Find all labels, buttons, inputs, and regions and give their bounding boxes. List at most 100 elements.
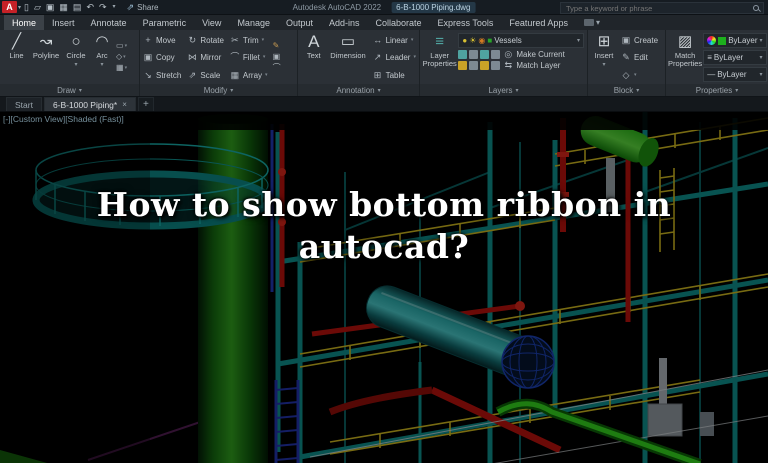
- layer-color-swatch[interactable]: ■: [487, 36, 492, 45]
- layer-properties-button[interactable]: ≡ Layer Properties: [422, 30, 457, 84]
- close-tab-icon[interactable]: ×: [122, 100, 127, 109]
- layer-freeze-tool-icon[interactable]: [480, 50, 490, 59]
- app-title: Autodesk AutoCAD 2022: [292, 2, 382, 12]
- create-block-icon: ▣: [621, 34, 631, 45]
- mirror-button[interactable]: ⋈ Mirror: [187, 50, 224, 67]
- new-file-icon[interactable]: ▯: [24, 2, 29, 12]
- save-as-icon[interactable]: ▦: [59, 2, 68, 12]
- match-properties-label: Match Properties: [668, 51, 703, 68]
- layer-walk-icon[interactable]: [491, 61, 501, 70]
- drawing-viewport[interactable]: [-][Custom View][Shaded (Fast)] How to s…: [0, 112, 768, 463]
- erase-icon[interactable]: ✎: [273, 42, 281, 50]
- offset-icon[interactable]: ⌒: [273, 64, 281, 72]
- make-current-icon: ◎: [504, 49, 513, 59]
- layer-dropdown-caret-icon[interactable]: ▾: [577, 37, 580, 44]
- ribbon-display-toggle[interactable]: ▾: [576, 15, 608, 30]
- copy-button[interactable]: ▣ Copy: [143, 50, 181, 67]
- trim-button[interactable]: ✂ Trim ▾: [230, 32, 268, 49]
- file-tab-drawing[interactable]: 6-B-1000 Piping* ×: [43, 97, 136, 111]
- ellipse-button[interactable]: ◇ ▾: [116, 53, 127, 61]
- layer-lock-tool-icon[interactable]: [458, 61, 468, 70]
- qa-customize-caret-icon[interactable]: ▾: [113, 4, 116, 10]
- tab-manage[interactable]: Manage: [229, 15, 278, 30]
- arc-caret-icon[interactable]: ▾: [100, 61, 103, 68]
- hatch-button[interactable]: ▦ ▾: [116, 64, 127, 72]
- layer-freeze-icon[interactable]: ☀: [469, 36, 476, 45]
- panel-label-annotation[interactable]: Annotation ▾: [298, 84, 419, 96]
- object-color-dropdown[interactable]: ByLayer ▾: [703, 33, 767, 48]
- panel-label-block[interactable]: Block ▾: [588, 84, 665, 96]
- layer-off-icon[interactable]: [491, 50, 501, 59]
- hatch-icon: ▦: [116, 63, 124, 72]
- polyline-button[interactable]: ↝ Polyline: [30, 30, 62, 84]
- layer-lock-icon[interactable]: ◉: [478, 36, 485, 45]
- headline-text: How to show bottom ribbon in autocad?: [0, 184, 768, 268]
- match-properties-button[interactable]: ▨ Match Properties: [668, 30, 702, 84]
- attributes-button[interactable]: ◇ ▾: [621, 67, 658, 84]
- match-layer-button[interactable]: ⇆ Match Layer: [503, 61, 561, 71]
- leader-button[interactable]: ↗ Leader ▾: [373, 50, 416, 67]
- layer-isolate-icon[interactable]: [458, 50, 468, 59]
- line-button[interactable]: ╱ Line: [3, 30, 30, 84]
- insert-button[interactable]: ⊞ Insert ▾: [590, 30, 618, 84]
- tab-express-tools[interactable]: Express Tools: [430, 15, 502, 30]
- dimension-button[interactable]: ▭ Dimension: [326, 30, 369, 84]
- app-logo[interactable]: A: [2, 1, 17, 13]
- panel-label-properties[interactable]: Properties ▾: [666, 84, 768, 96]
- tab-add-ins[interactable]: Add-ins: [321, 15, 368, 30]
- layer-thaw-icon[interactable]: [480, 61, 490, 70]
- lineweight-dropdown[interactable]: ≡ ByLayer ▾: [703, 50, 767, 65]
- panel-label-draw[interactable]: Draw ▾: [0, 84, 139, 96]
- plot-icon[interactable]: ▤: [73, 2, 82, 12]
- color-dropdown-caret-icon: ▾: [759, 38, 763, 44]
- ribbon-toggle-icon: [583, 19, 594, 26]
- search-input[interactable]: [564, 2, 752, 14]
- tab-output[interactable]: Output: [278, 15, 321, 30]
- linetype-dropdown[interactable]: — ByLayer ▾: [703, 67, 767, 82]
- tab-annotate[interactable]: Annotate: [83, 15, 135, 30]
- panel-label-layers[interactable]: Layers ▾: [420, 84, 587, 96]
- layer-unisolate-icon[interactable]: [469, 50, 479, 59]
- make-current-button[interactable]: ◎ Make Current: [503, 49, 564, 60]
- insert-caret-icon[interactable]: ▾: [602, 61, 605, 68]
- text-button[interactable]: A Text: [301, 30, 326, 84]
- table-button[interactable]: ⊞ Table: [373, 67, 416, 84]
- edit-block-button[interactable]: ✎ Edit: [621, 50, 658, 67]
- tab-collaborate[interactable]: Collaborate: [368, 15, 430, 30]
- scale-button[interactable]: ⇗ Scale: [187, 67, 224, 84]
- circle-caret-icon[interactable]: ▾: [74, 61, 77, 68]
- file-tab-start[interactable]: Start: [6, 97, 42, 111]
- linear-caret-icon: ▾: [410, 36, 414, 43]
- move-button[interactable]: + Move: [143, 32, 181, 49]
- tab-parametric[interactable]: Parametric: [135, 15, 195, 30]
- create-block-button[interactable]: ▣ Create: [621, 32, 658, 49]
- linear-button[interactable]: ↔ Linear ▾: [373, 32, 416, 49]
- undo-icon[interactable]: ↶: [86, 2, 94, 12]
- circle-button[interactable]: ○ Circle ▾: [62, 30, 90, 84]
- tab-home[interactable]: Home: [4, 15, 45, 30]
- search-icon[interactable]: [752, 4, 760, 12]
- new-drawing-tab-button[interactable]: +: [137, 97, 154, 111]
- explode-icon[interactable]: ▣: [273, 53, 281, 61]
- panel-label-modify[interactable]: Modify ▾: [140, 84, 297, 96]
- layer-unlock-icon[interactable]: [469, 61, 479, 70]
- stretch-button[interactable]: ↘ Stretch: [143, 67, 181, 84]
- save-icon[interactable]: ▣: [46, 2, 55, 12]
- layer-on-icon[interactable]: ●: [462, 36, 467, 45]
- redo-icon[interactable]: ↷: [99, 2, 107, 12]
- layer-dropdown[interactable]: ● ☀ ◉ ■ Vessels ▾: [458, 33, 584, 48]
- rotate-button[interactable]: ↻ Rotate: [187, 32, 224, 49]
- share-button[interactable]: ⇗ Share: [127, 2, 159, 13]
- layer-tools-row-2: [458, 61, 501, 70]
- app-menu-caret-icon[interactable]: ▾: [18, 4, 21, 11]
- tab-view[interactable]: View: [194, 15, 229, 30]
- line-label: Line: [9, 51, 24, 60]
- tab-insert[interactable]: Insert: [44, 15, 83, 30]
- array-button[interactable]: ▦ Array ▾: [230, 67, 268, 84]
- rectangle-button[interactable]: ▭ ▾: [116, 42, 127, 50]
- fillet-button[interactable]: ⌒ Fillet ▾: [230, 50, 268, 67]
- arc-button[interactable]: ◠ Arc ▾: [90, 30, 114, 84]
- open-file-icon[interactable]: ▱: [34, 2, 41, 12]
- viewport-controls[interactable]: [-][Custom View][Shaded (Fast)]: [3, 114, 124, 124]
- tab-featured-apps[interactable]: Featured Apps: [501, 15, 576, 30]
